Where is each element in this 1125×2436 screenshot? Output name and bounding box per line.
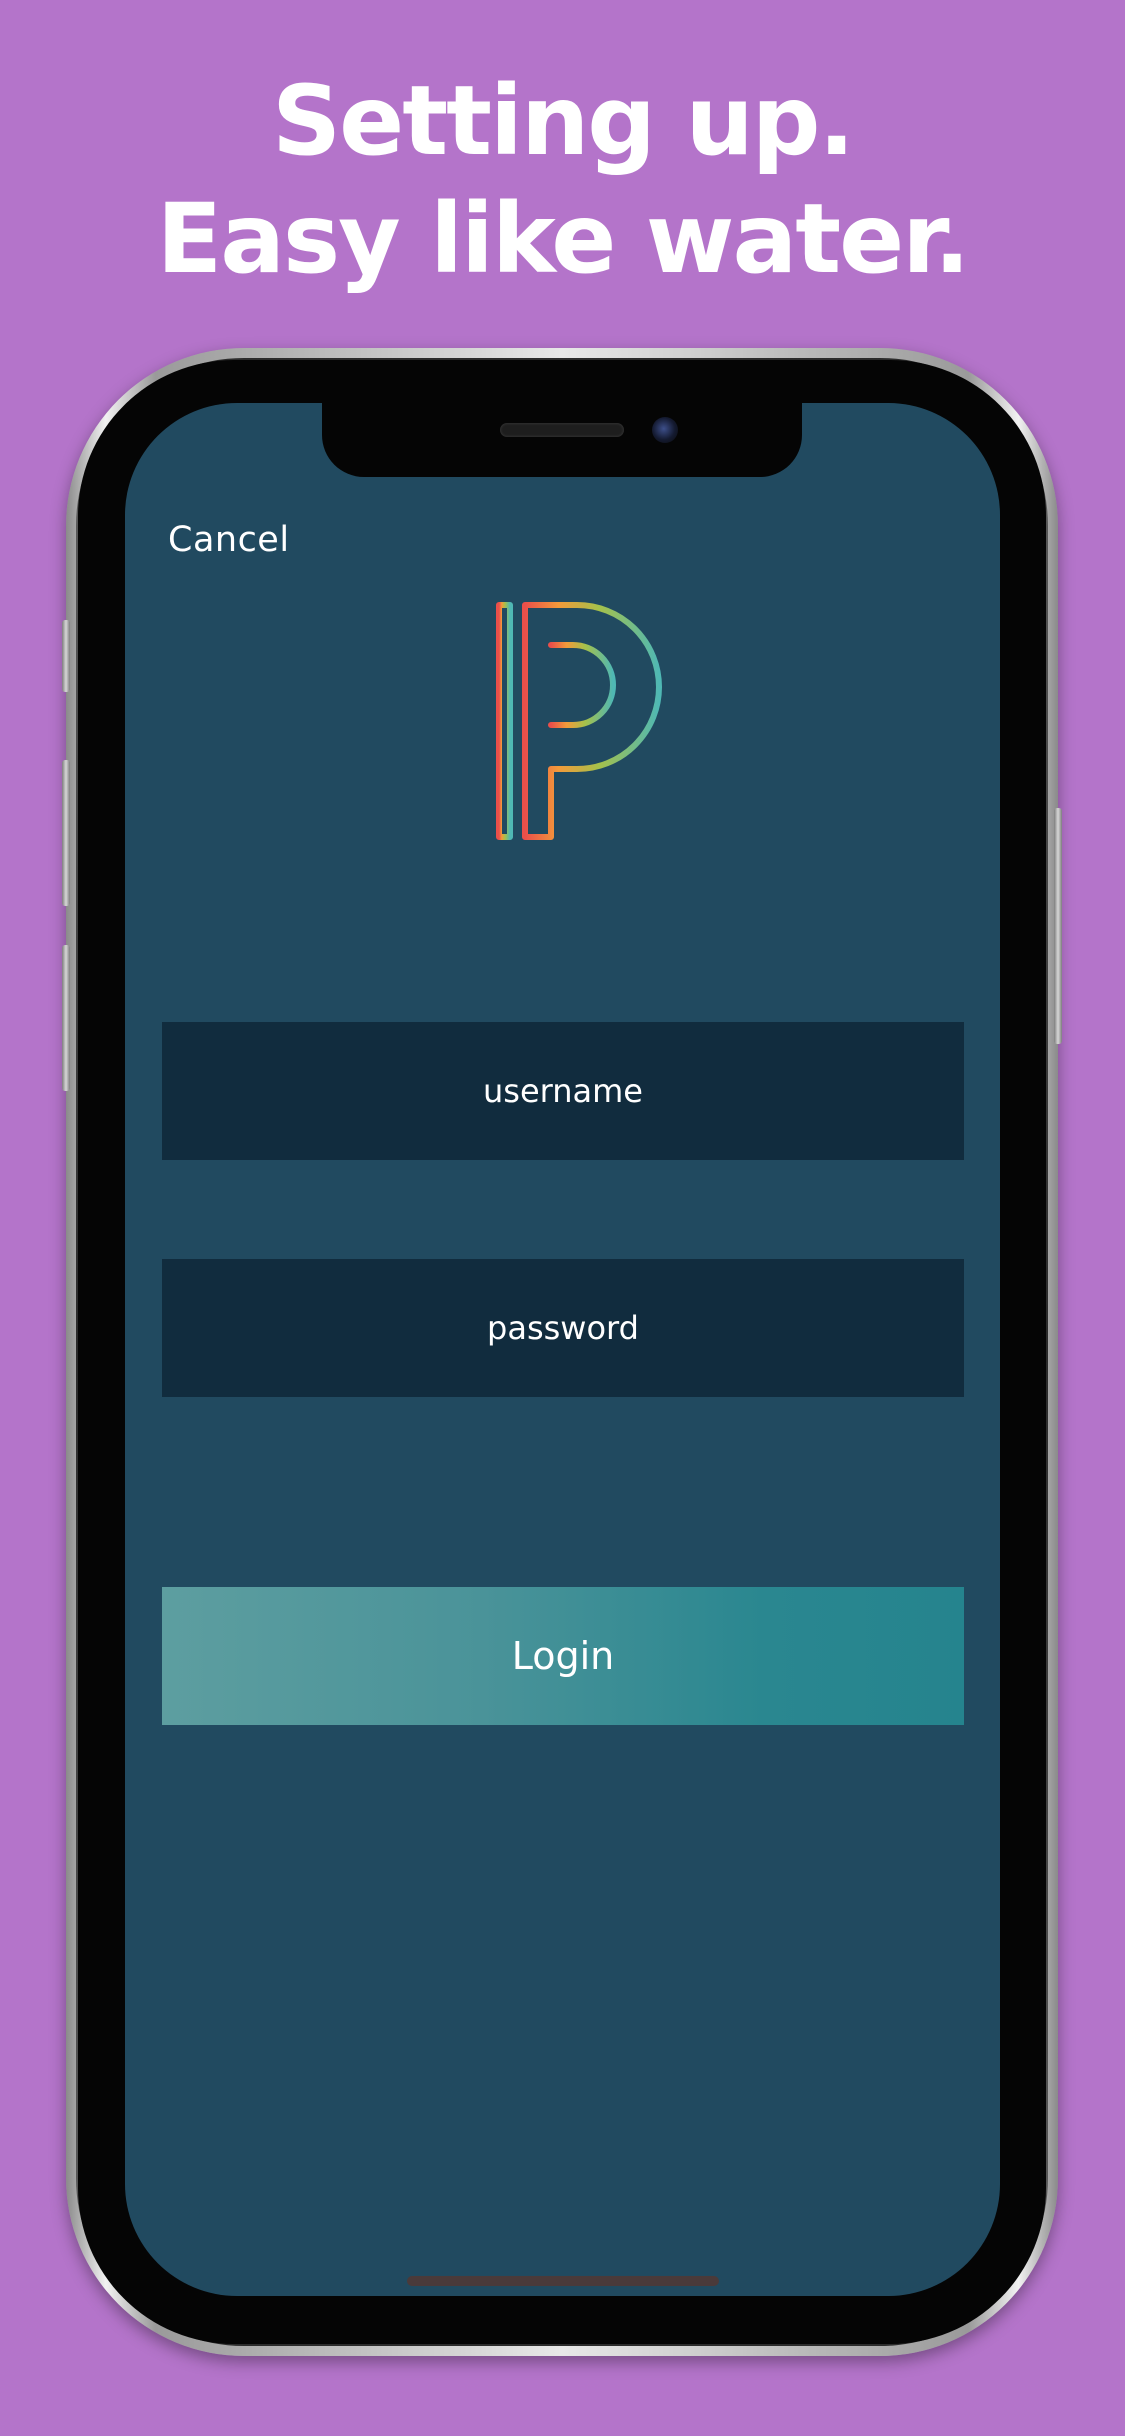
speaker-grille [500, 423, 624, 437]
powerschool-p-logo-icon [496, 602, 662, 840]
front-camera [652, 417, 678, 443]
notch [322, 403, 802, 477]
promo-headline: Setting up. Easy like water. [0, 62, 1125, 298]
cancel-button[interactable]: Cancel [168, 520, 290, 560]
login-button[interactable]: Login [162, 1587, 964, 1725]
volume-up-button [62, 760, 70, 906]
password-field[interactable]: password [162, 1259, 964, 1397]
volume-down-button [62, 945, 70, 1091]
headline-line-2: Easy like water. [156, 183, 971, 295]
username-field[interactable]: username [162, 1022, 964, 1160]
power-button [1054, 808, 1062, 1044]
headline-line-1: Setting up. [272, 65, 855, 177]
mute-switch [62, 620, 70, 692]
home-indicator[interactable] [407, 2276, 719, 2286]
phone-screen: Cancel username password Login [125, 403, 1000, 2296]
